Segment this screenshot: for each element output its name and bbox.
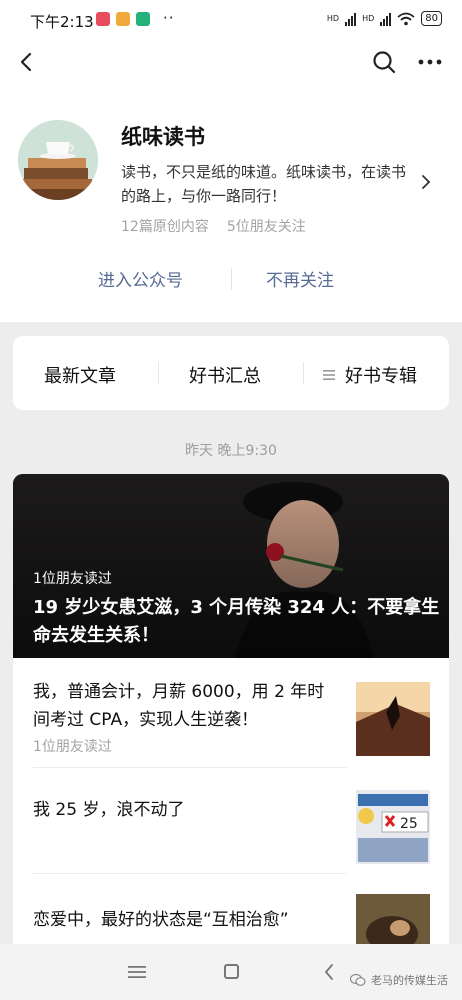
meme-thumbnail-image: 25 [356,790,430,864]
account-avatar[interactable] [18,120,98,200]
search-icon[interactable] [370,48,398,76]
menu-divider [158,362,159,384]
books-teacup-avatar-icon [18,120,98,200]
more-notifications-indicator: ·· [163,9,175,27]
status-app-icons [96,12,150,26]
signal-icon [345,12,357,26]
submenu-icon [323,370,335,380]
chevron-right-icon[interactable] [418,172,434,192]
watermark-text: 老马的传媒生活 [371,974,448,987]
hero-title: 19 岁少女患艾滋，3 个月传染 324 人：不要拿生命去发生关系！ [33,597,440,646]
article-title: 恋爱中，最好的状态是“互相治愈” [33,910,289,930]
friends-following: 5位朋友关注 [226,219,306,235]
wifi-icon [397,12,415,25]
network-hd-label: HD [362,14,375,23]
list-item[interactable]: 我 25 岁，浪不动了 25 [13,768,449,874]
signal-icon [380,12,392,26]
hero-friend-read: 1位朋友读过 [33,571,112,587]
network-hd-label: HD [326,14,340,23]
menu-divider [303,362,304,384]
list-item[interactable]: 我，普通会计，月薪 6000，用 2 年时间考过 CPA，实现人生逆袭！ 1位朋… [13,658,449,768]
article-friend-read: 1位朋友读过 [33,739,112,755]
status-indicators: HD HD 80 [327,11,442,26]
account-description[interactable]: 读书，不只是纸的味道。纸味读书，在读书的路上，与你一路同行！ [121,160,417,208]
original-count: 12篇原创内容 [121,219,209,235]
system-back-icon[interactable] [322,962,336,982]
system-nav-bar: 老马的传媒生活 [0,944,462,1000]
action-divider [231,268,232,290]
back-chevron-icon[interactable] [14,48,42,76]
battery-icon: 80 [421,11,442,26]
watermark: 老马的传媒生活 [350,972,448,988]
status-time: 下午2:13 [30,13,94,31]
menu-item-book-summary[interactable]: 好书汇总 [189,362,261,388]
app-notification-icon [136,12,150,26]
account-actions: 进入公众号 不再关注 [0,262,462,298]
message-date: 昨天 晚上9:30 [185,443,277,459]
menu-item-latest-articles[interactable]: 最新文章 [44,362,116,388]
climber-thumbnail-image [356,682,430,756]
more-dots-icon[interactable] [416,48,444,76]
svg-text:25: 25 [400,816,418,832]
home-icon[interactable] [224,964,239,979]
account-menu: 最新文章 好书汇总 好书专辑 [13,336,449,410]
article-title: 我 25 岁，浪不动了 [33,800,185,820]
account-name: 纸味读书 [121,125,205,149]
article-feed-card: 1位朋友读过 19 岁少女患艾滋，3 个月传染 324 人：不要拿生命去发生关系… [13,474,449,974]
menu-item-book-album[interactable]: 好书专辑 [323,362,417,388]
article-thumbnail [356,682,430,756]
article-thumbnail: 25 [356,790,430,864]
top-nav-bar [0,40,462,84]
account-profile: 纸味读书 读书，不只是纸的味道。纸味读书，在读书的路上，与你一路同行！ 12篇原… [0,84,462,322]
menu-item-label: 好书专辑 [345,366,417,387]
article-title: 我，普通会计，月薪 6000，用 2 年时间考过 CPA，实现人生逆袭！ [33,682,325,730]
hero-article[interactable]: 1位朋友读过 19 岁少女患艾滋，3 个月传染 324 人：不要拿生命去发生关系… [13,474,449,658]
app-notification-icon [96,12,110,26]
status-bar: 下午2:13 ·· HD HD 80 [0,0,462,40]
account-stats: 12篇原创内容 5位朋友关注 [121,216,306,236]
recent-apps-icon[interactable] [128,964,146,980]
enter-account-button[interactable]: 进入公众号 [98,266,183,291]
unfollow-button[interactable]: 不再关注 [266,266,334,291]
wechat-logo-icon [350,973,366,986]
app-notification-icon [116,12,130,26]
